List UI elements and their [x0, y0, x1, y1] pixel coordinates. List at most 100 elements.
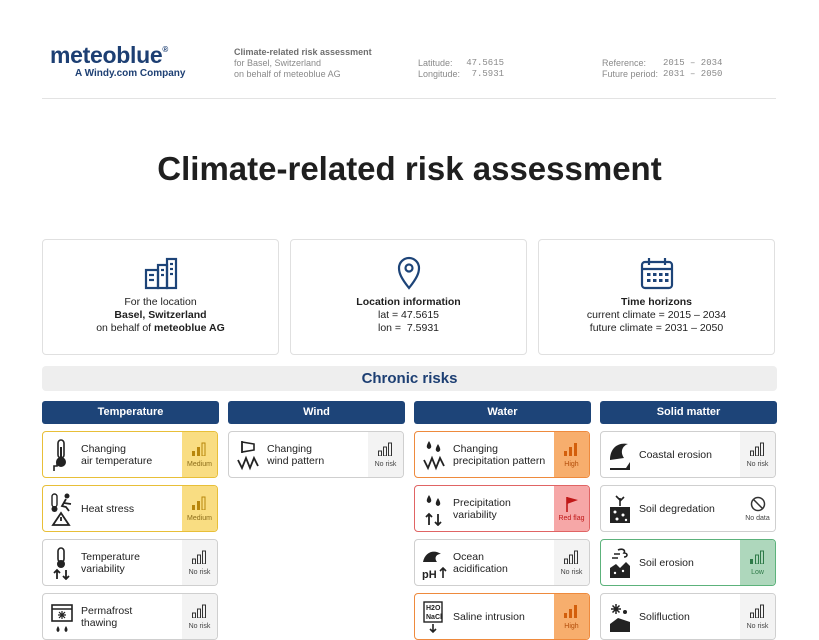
location-behalf: on behalf of meteoblue AG	[96, 322, 225, 334]
risk-label: Permafrost thawing	[81, 604, 133, 629]
risk-badge: Low	[740, 540, 775, 585]
risk-bars-icon	[192, 442, 206, 456]
header-periods: Reference: Future period:	[602, 58, 658, 80]
ocean-ph-icon: pH	[422, 546, 448, 581]
reference-value: 2015 – 2034	[663, 58, 723, 68]
location-card: For the location Basel, Switzerland on b…	[42, 239, 279, 355]
risk-tile-permafrost-thawing[interactable]: Permafrost thawing No risk	[42, 593, 218, 640]
risk-label: Soil degredation	[639, 502, 715, 515]
header-document-info: Climate-related risk assessment for Base…	[234, 47, 372, 80]
risk-badge: No risk	[182, 594, 217, 639]
risk-bars-icon	[192, 496, 206, 510]
location-info-lon: lon = 7.5931	[377, 322, 439, 334]
solifluction-icon	[608, 600, 634, 634]
header-coordinates: Latitude: Longitude:	[418, 58, 460, 80]
column-water: Water	[414, 401, 591, 424]
soil-erosion-icon	[608, 546, 634, 580]
location-info-title: Location information	[356, 296, 461, 308]
risk-badge: High	[554, 594, 589, 639]
risk-bars-icon	[564, 443, 577, 456]
risk-badge: No risk	[740, 594, 775, 639]
latitude-value: 47.5615	[466, 58, 504, 68]
header-doc-title: Climate-related risk assessment	[234, 47, 372, 57]
risk-tile-soil-erosion[interactable]: Soil erosion Low	[600, 539, 776, 586]
risk-bars-icon	[378, 442, 392, 456]
svg-text:H2O: H2O	[426, 605, 441, 612]
current-climate: current climate = 2015 – 2034	[586, 309, 727, 321]
soil-degradation-icon	[608, 492, 634, 526]
risk-bars-icon	[564, 605, 577, 618]
heat-stress-icon	[50, 492, 76, 526]
location-name: Basel, Switzerland	[114, 309, 207, 321]
longitude-label: Longitude:	[418, 69, 461, 79]
risk-tile-ocean-acidification[interactable]: pH Ocean acidification No risk	[414, 539, 590, 586]
risk-tile-changing-wind-pattern[interactable]: Changing wind pattern No risk	[228, 431, 404, 478]
risk-bars-icon	[564, 550, 578, 564]
reference-label: Reference:	[602, 58, 647, 68]
risk-label: Soil erosion	[639, 556, 694, 569]
coastal-wave-icon	[608, 438, 634, 472]
precipitation-icon	[422, 438, 448, 472]
header-doc-location: for Basel, Switzerland	[234, 58, 322, 68]
risk-tile-saline-intrusion[interactable]: H2O NaCl Saline intrusion High	[414, 593, 590, 640]
risk-tile-temperature-variability[interactable]: Temperature variability No risk	[42, 539, 218, 586]
risk-badge: No data	[740, 486, 775, 531]
risk-bars-icon	[750, 550, 764, 564]
header-coordinate-values: 47.5615 7.5931	[466, 58, 504, 80]
risk-bars-icon	[750, 442, 764, 456]
column-temperature: Temperature	[42, 401, 219, 424]
risk-label: Temperature variability	[81, 550, 140, 575]
logo-wordmark: meteoblue®	[50, 42, 168, 68]
location-intro: For the location	[124, 296, 197, 308]
wind-icon	[236, 438, 262, 472]
longitude-value: 7.5931	[471, 69, 504, 79]
svg-text:pH: pH	[422, 569, 437, 580]
chronic-risks-header: Chronic risks	[42, 366, 777, 391]
risk-label: Coastal erosion	[639, 448, 712, 461]
time-horizons-title: Time horizons	[621, 296, 692, 308]
future-period-value: 2031 – 2050	[663, 69, 723, 79]
risk-tile-coastal-erosion[interactable]: Coastal erosion No risk	[600, 431, 776, 478]
no-data-icon	[750, 496, 766, 512]
risk-badge: High	[554, 432, 589, 477]
risk-tile-changing-air-temperature[interactable]: Changing air temperature Medium	[42, 431, 218, 478]
risk-badge: No risk	[554, 540, 589, 585]
risk-tile-heat-stress[interactable]: Heat stress Medium	[42, 485, 218, 532]
risk-tile-soil-degredation[interactable]: Soil degredation No data	[600, 485, 776, 532]
map-pin-icon	[391, 256, 427, 290]
risk-label: Heat stress	[81, 502, 135, 515]
risk-label: Ocean acidification	[453, 550, 508, 575]
risk-bars-icon	[192, 550, 206, 564]
risk-badge: No risk	[182, 540, 217, 585]
risk-label: Solifluction	[639, 610, 690, 623]
header-period-values: 2015 – 2034 2031 – 2050	[663, 58, 722, 80]
thermometer-icon	[50, 438, 76, 472]
calendar-icon	[639, 256, 675, 290]
header-doc-behalf: on behalf of meteoblue AG	[234, 69, 341, 79]
thermometer-variability-icon	[50, 546, 76, 581]
risk-label: Precipitation variability	[453, 496, 511, 521]
risk-badge: Red flag	[554, 486, 589, 531]
permafrost-icon	[50, 600, 76, 634]
risk-bars-icon	[192, 604, 206, 618]
saline-icon: H2O NaCl	[422, 600, 448, 634]
column-solid-matter: Solid matter	[600, 401, 777, 424]
risk-tile-precipitation-variability[interactable]: Precipitation variability Red flag	[414, 485, 590, 532]
page-title: Climate-related risk assessment	[157, 150, 662, 187]
risk-bars-icon	[750, 604, 764, 618]
time-horizons-card: Time horizons current climate = 2015 – 2…	[538, 239, 775, 355]
future-period-label: Future period:	[602, 69, 659, 79]
risk-label: Saline intrusion	[453, 610, 525, 623]
precipitation-variability-icon	[422, 492, 448, 527]
risk-label: Changing precipitation pattern	[453, 442, 546, 467]
risk-badge: Medium	[182, 432, 217, 477]
risk-label: Changing wind pattern	[267, 442, 325, 467]
header-divider	[42, 98, 776, 99]
risk-tile-changing-precipitation-pattern[interactable]: Changing precipitation pattern High	[414, 431, 590, 478]
risk-tile-solifluction[interactable]: Solifluction No risk	[600, 593, 776, 640]
red-flag-icon	[566, 497, 578, 512]
buildings-icon	[143, 256, 179, 290]
latitude-label: Latitude:	[418, 58, 453, 68]
risk-badge: No risk	[368, 432, 403, 477]
svg-text:NaCl: NaCl	[426, 614, 442, 621]
